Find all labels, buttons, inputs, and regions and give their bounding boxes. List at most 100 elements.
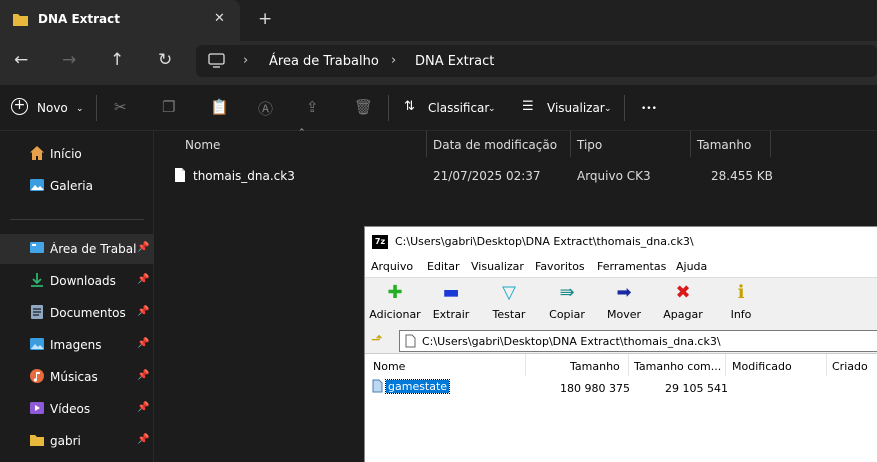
sidebar-item-desktop[interactable]: Área de Trabalho 📌 [0,234,154,264]
gallery-icon [30,179,44,191]
menu-favoritos[interactable]: Favoritos [535,260,585,273]
view-icon[interactable]: ☰ [522,99,534,114]
info-label: Info [730,308,752,321]
add-label: Adicionar [369,308,421,321]
sidebar-item-gabri[interactable]: gabri 📌 [0,426,154,456]
tab-dna-extract[interactable]: DNA Extract ✕ [0,0,240,41]
pin-icon: 📌 [137,402,150,413]
toolbar-divider [388,95,389,121]
file-type: Arquivo CK3 [577,169,651,183]
sidebar-item-music[interactable]: Músicas 📌 [0,362,154,392]
move-button[interactable]: ➡ Mover [594,282,654,321]
home-icon [30,146,44,160]
folder-icon [13,14,28,26]
copy-button[interactable]: ⇛ Copiar [537,282,597,321]
extract-button[interactable]: ▬ Extrair [421,282,481,321]
monitor-icon [208,53,225,68]
back-icon[interactable]: ← [14,50,28,70]
archive-file-packed-size: 29 105 541 [665,382,728,395]
cut-icon[interactable]: ✂ [114,98,127,116]
sort-icon[interactable]: ⇅ [404,99,415,114]
up-icon[interactable]: ↑ [110,50,124,70]
rename-icon[interactable]: Ⓐ [258,98,273,119]
close-icon[interactable]: ✕ [214,11,225,26]
folder-icon [30,435,44,446]
sidebar-item-home[interactable]: Início [0,139,154,169]
tab-title: DNA Extract [38,12,121,26]
address-bar[interactable]: › Área de Trabalho › DNA Extract [196,45,877,77]
archive-toolbar: ✚ Adicionar ▬ Extrair ▽ Testar ⇛ Copiar … [365,277,877,329]
music-icon [30,369,44,383]
pin-icon: 📌 [137,242,150,253]
forward-icon[interactable]: → [62,50,76,70]
archive-file-size: 180 980 375 [560,382,630,395]
add-button[interactable]: ✚ Adicionar [365,282,425,321]
chevron-down-icon[interactable]: ⌄ [604,104,612,114]
archive-column-size[interactable]: Tamanho [570,360,620,373]
pin-icon: 📌 [137,434,150,445]
sort-button[interactable]: Classificar [428,101,489,115]
file-size: 28.455 KB [711,169,773,183]
table-row[interactable]: thomais_dna.ck3 21/07/2025 02:37 Arquivo… [155,131,877,191]
test-label: Testar [492,308,526,321]
archive-column-modified[interactable]: Modificado [732,360,792,373]
tab-bar: DNA Extract ✕ + [0,0,877,41]
archive-path-field[interactable]: C:\Users\gabri\Desktop\DNA Extract\thoma… [399,330,877,352]
sidebar-item-label: gabri [50,434,81,448]
documents-icon [31,305,43,319]
table-row[interactable]: gamestate 180 980 375 29 105 541 [365,376,877,396]
paste-icon[interactable]: 📋 [210,98,229,116]
sidebar-item-downloads[interactable]: Downloads 📌 [0,266,154,296]
refresh-icon[interactable]: ↻ [158,50,172,70]
more-options-icon[interactable]: ••• [641,104,657,114]
share-icon[interactable]: ⇪ [306,98,319,116]
move-icon: ➡ [616,282,632,303]
new-plus-icon[interactable]: + [11,98,28,115]
test-button[interactable]: ▽ Testar [479,282,539,321]
archive-title-bar[interactable]: 7z C:\Users\gabri\Desktop\DNA Extract\th… [365,227,877,257]
desktop-icon [30,242,44,253]
sidebar-item-label: Início [50,147,82,161]
menu-ajuda[interactable]: Ajuda [676,260,707,273]
menu-editar[interactable]: Editar [427,260,460,273]
breadcrumb-dna-extract[interactable]: DNA Extract [415,54,494,69]
column-divider[interactable] [525,354,526,376]
test-icon: ▽ [502,282,516,303]
column-divider[interactable] [725,354,726,376]
archive-column-name[interactable]: Nome [373,360,405,373]
archive-column-packed[interactable]: Tamanho com... [634,360,721,373]
chevron-down-icon[interactable]: ⌄ [76,104,84,114]
extract-icon: ▬ [442,282,460,303]
menu-arquivo[interactable]: Arquivo [371,260,413,273]
delete-label: Apagar [663,308,703,321]
file-icon [175,168,185,182]
extract-label: Extrair [432,308,470,321]
breadcrumb-desktop[interactable]: Área de Trabalho [269,54,379,69]
delete-icon[interactable]: 🗑 [354,98,373,116]
view-button[interactable]: Visualizar [547,101,605,115]
archive-address-bar: ⬏ C:\Users\gabri\Desktop\DNA Extract\tho… [365,329,877,353]
videos-icon [30,402,44,414]
sidebar-item-pictures[interactable]: Imagens 📌 [0,330,154,360]
delete-button[interactable]: ✖ Apagar [653,282,713,321]
up-folder-icon[interactable]: ⬏ [371,332,383,348]
chevron-down-icon[interactable]: ⌄ [488,104,496,114]
sidebar-item-documents[interactable]: Documentos 📌 [0,298,154,328]
sidebar-item-videos[interactable]: Vídeos 📌 [0,394,154,424]
sidebar-item-gallery[interactable]: Galeria [0,171,154,201]
new-tab-button[interactable]: + [258,9,272,29]
archive-title: C:\Users\gabri\Desktop\DNA Extract\thoma… [395,235,694,248]
info-button[interactable]: ℹ Info [711,282,771,321]
copy-label: Copiar [549,308,585,321]
column-divider[interactable] [826,354,827,376]
navigation-bar: ← → ↑ ↻ › Área de Trabalho › DNA Extract [0,41,877,85]
menu-visualizar[interactable]: Visualizar [471,260,524,273]
copy-icon[interactable]: ❐ [162,98,175,116]
menu-ferramentas[interactable]: Ferramentas [597,260,666,273]
column-divider[interactable] [628,354,629,376]
sidebar-item-label: Documentos [50,306,126,320]
archive-column-created[interactable]: Criado [832,360,868,373]
sidebar-item-label: Imagens [50,338,102,352]
command-bar: + Novo ⌄ ✂ ❐ 📋 Ⓐ ⇪ 🗑 ⇅ Classificar ⌄ ☰ V… [0,85,877,131]
new-button[interactable]: Novo [37,101,68,115]
